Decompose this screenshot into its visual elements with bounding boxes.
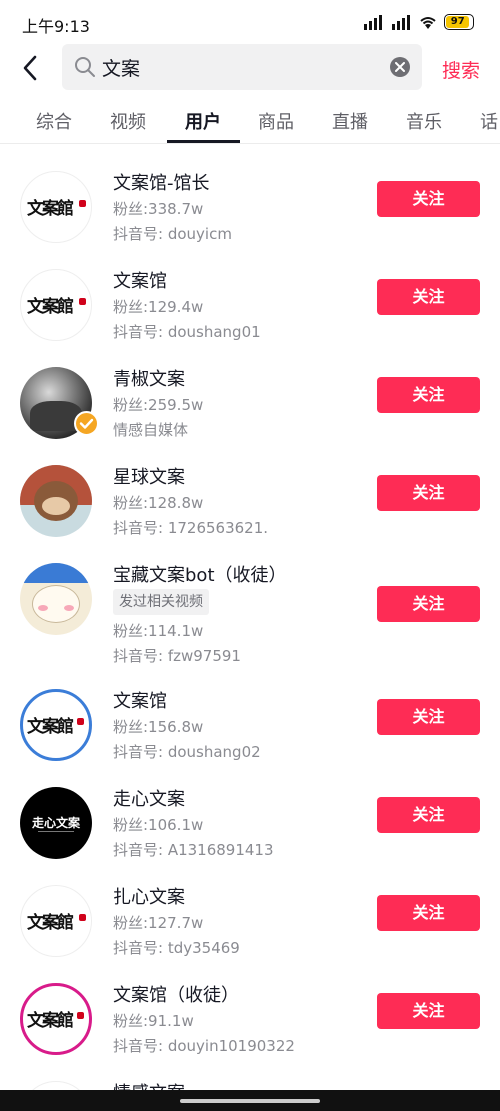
user-fans: 粉丝:127.7w bbox=[113, 914, 204, 932]
search-input[interactable] bbox=[102, 44, 382, 90]
avatar[interactable]: 文案館 bbox=[20, 983, 92, 1055]
follow-button[interactable]: 关注 bbox=[377, 699, 480, 735]
user-name[interactable]: 扎心文案 bbox=[113, 883, 185, 909]
user-fans: 粉丝:106.1w bbox=[113, 816, 204, 834]
avatar-logo-text: 文案館 bbox=[27, 1011, 74, 1031]
user-fans: 粉丝:128.8w bbox=[113, 494, 204, 512]
seal-icon bbox=[79, 200, 86, 207]
seal-icon bbox=[77, 1012, 84, 1019]
user-name[interactable]: 青椒文案 bbox=[113, 365, 185, 391]
avatar-blush-left bbox=[38, 605, 48, 611]
follow-button[interactable]: 关注 bbox=[377, 993, 480, 1029]
tab-music[interactable]: 音乐 bbox=[406, 108, 442, 134]
follow-button[interactable]: 关注 bbox=[377, 279, 480, 315]
avatar-banner bbox=[20, 563, 92, 583]
search-icon bbox=[75, 57, 95, 77]
user-id: 抖音号: 1726563621. bbox=[113, 519, 269, 537]
close-icon bbox=[395, 62, 405, 72]
follow-button[interactable]: 关注 bbox=[377, 895, 480, 931]
user-fans: 粉丝:129.4w bbox=[113, 298, 204, 316]
avatar-bear-illustration bbox=[32, 585, 80, 623]
seal-icon bbox=[79, 298, 86, 305]
clear-search-button[interactable] bbox=[390, 57, 410, 77]
user-name[interactable]: 星球文案 bbox=[113, 463, 185, 489]
avatar[interactable]: 文案館 bbox=[20, 171, 92, 243]
tab-products[interactable]: 商品 bbox=[258, 108, 294, 134]
follow-button[interactable]: 关注 bbox=[377, 797, 480, 833]
tab-video[interactable]: 视频 bbox=[110, 108, 146, 134]
user-name[interactable]: 宝藏文案bot（收徒） bbox=[113, 561, 287, 587]
user-id: 抖音号: A1316891413 bbox=[113, 841, 274, 859]
user-id: 抖音号: douyicm bbox=[113, 225, 232, 243]
avatar-logo-text: 走心文案 bbox=[31, 816, 80, 830]
status-bar: 上午9:13 97 bbox=[0, 0, 500, 44]
avatar[interactable] bbox=[20, 563, 92, 635]
active-tab-indicator bbox=[167, 140, 240, 143]
search-submit-button[interactable]: 搜索 bbox=[442, 56, 480, 83]
seal-icon bbox=[79, 914, 86, 921]
signal-icon bbox=[392, 15, 410, 30]
tab-live[interactable]: 直播 bbox=[332, 108, 368, 134]
user-fans: 粉丝:259.5w bbox=[113, 396, 204, 414]
back-button[interactable] bbox=[14, 52, 46, 84]
chevron-left-icon bbox=[23, 55, 37, 81]
tab-users[interactable]: 用户 bbox=[185, 108, 221, 134]
status-icons: 97 bbox=[362, 12, 474, 32]
wifi-icon bbox=[420, 17, 436, 29]
checkmark-icon bbox=[79, 418, 94, 429]
search-header: 搜索 bbox=[0, 44, 500, 92]
avatar-logo-text: 文案館 bbox=[27, 297, 74, 317]
avatar-script-line bbox=[38, 831, 74, 832]
user-name[interactable]: 文案馆 bbox=[113, 267, 167, 293]
status-time: 上午9:13 bbox=[22, 17, 90, 36]
signal-hd-icon bbox=[364, 15, 382, 30]
user-id: 抖音号: douyin10190322 bbox=[113, 1037, 295, 1055]
user-name[interactable]: 文案馆（收徒） bbox=[113, 981, 239, 1007]
user-fans: 粉丝:114.1w bbox=[113, 622, 204, 640]
follow-button[interactable]: 关注 bbox=[377, 181, 480, 217]
avatar-logo-text: 文案館 bbox=[27, 717, 74, 737]
verified-badge-icon bbox=[74, 411, 99, 436]
user-id: 抖音号: fzw97591 bbox=[113, 647, 241, 665]
tab-topics[interactable]: 话 bbox=[480, 108, 498, 134]
user-name[interactable]: 走心文案 bbox=[113, 785, 185, 811]
follow-button[interactable]: 关注 bbox=[377, 377, 480, 413]
avatar[interactable]: 文案館 bbox=[20, 269, 92, 341]
seal-icon bbox=[77, 718, 84, 725]
user-id: 抖音号: tdy35469 bbox=[113, 939, 240, 957]
avatar-bear-muzzle bbox=[42, 497, 70, 515]
avatar[interactable]: 走心文案 bbox=[20, 787, 92, 859]
avatar[interactable]: 文案館 bbox=[20, 689, 92, 761]
avatar[interactable]: 文案館 bbox=[20, 885, 92, 957]
home-indicator[interactable] bbox=[180, 1099, 320, 1103]
user-fans: 粉丝:156.8w bbox=[113, 718, 204, 736]
user-fans: 粉丝:91.1w bbox=[113, 1012, 194, 1030]
user-bio: 情感自媒体 bbox=[113, 421, 189, 439]
battery-level: 97 bbox=[446, 16, 470, 28]
follow-button[interactable]: 关注 bbox=[377, 586, 480, 622]
related-video-tag: 发过相关视频 bbox=[113, 589, 209, 615]
user-id: 抖音号: doushang01 bbox=[113, 323, 261, 341]
tab-comprehensive[interactable]: 综合 bbox=[36, 108, 72, 134]
follow-button[interactable]: 关注 bbox=[377, 475, 480, 511]
avatar[interactable] bbox=[20, 465, 92, 537]
user-name[interactable]: 文案馆 bbox=[113, 687, 167, 713]
user-fans: 粉丝:338.7w bbox=[113, 200, 204, 218]
search-box[interactable] bbox=[62, 44, 422, 90]
search-tabs: 综合 视频 用户 商品 直播 音乐 话 bbox=[0, 96, 500, 144]
avatar-logo-text: 文案館 bbox=[27, 199, 74, 219]
avatar-blush-right bbox=[64, 605, 74, 611]
user-name[interactable]: 文案馆-馆长 bbox=[113, 169, 210, 195]
user-id: 抖音号: doushang02 bbox=[113, 743, 261, 761]
battery-icon: 97 bbox=[444, 14, 474, 30]
avatar-logo-text: 文案館 bbox=[27, 913, 74, 933]
